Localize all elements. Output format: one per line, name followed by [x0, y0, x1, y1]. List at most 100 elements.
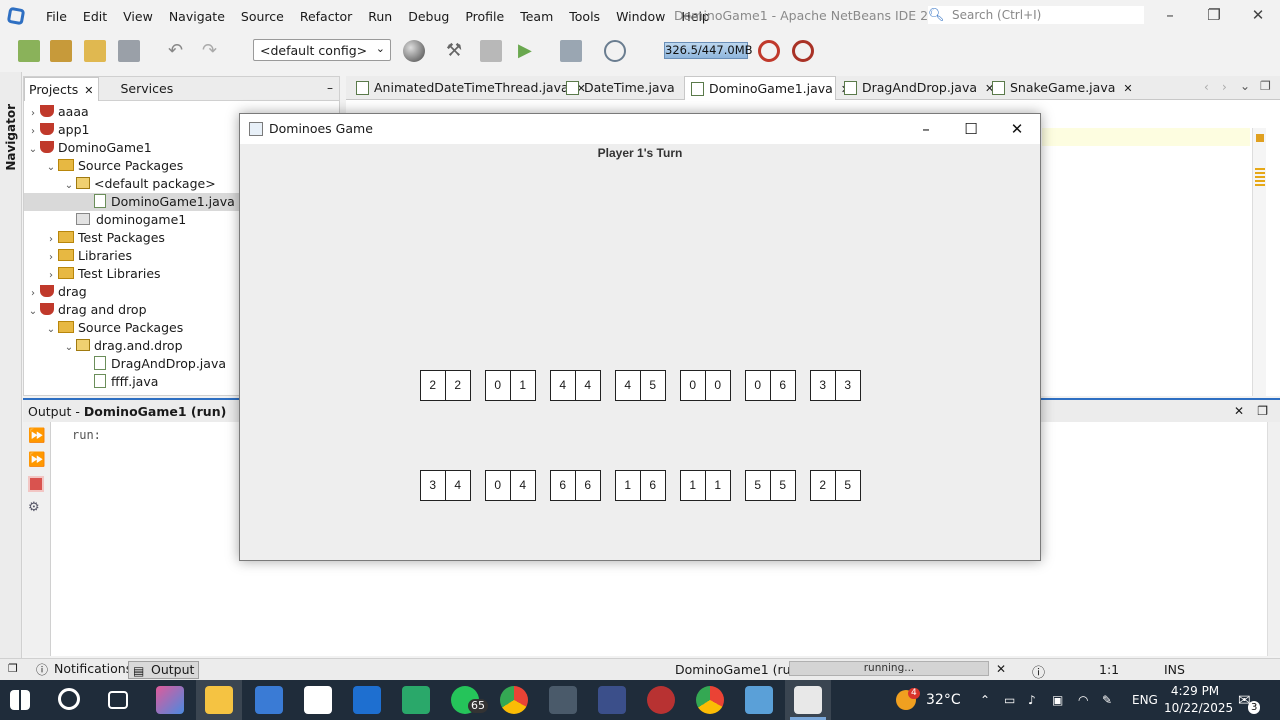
close-icon[interactable]: ✕ — [84, 84, 93, 97]
save-all-icon[interactable] — [118, 40, 140, 62]
outlook-icon[interactable] — [353, 686, 381, 714]
new-file-icon[interactable] — [18, 40, 40, 62]
redo-icon[interactable]: ↷ — [202, 40, 224, 62]
app-icon[interactable] — [304, 686, 332, 714]
minimize-panel-icon[interactable]: – — [327, 81, 333, 95]
app-icon[interactable] — [549, 686, 577, 714]
domino-tile[interactable]: 01 — [485, 370, 536, 401]
editor-tab[interactable]: DominoGame1.java✕ — [684, 76, 850, 100]
navigator-tab[interactable]: Navigator — [4, 104, 18, 171]
java-taskbar-icon[interactable] — [794, 686, 822, 714]
rerun-with-params-icon[interactable]: ⏩ — [28, 452, 45, 468]
stop-icon[interactable] — [28, 476, 44, 492]
output-tab[interactable]: ▤ Output — [128, 661, 200, 679]
editor-tab[interactable]: SnakeGame.java ✕ — [986, 76, 1133, 100]
language-indicator[interactable]: ENG — [1132, 680, 1158, 720]
rerun-icon[interactable]: ⏩ — [28, 428, 45, 444]
domino-tile[interactable]: 06 — [745, 370, 796, 401]
chrome-profile-icon[interactable] — [696, 686, 724, 714]
domino-tile[interactable]: 16 — [615, 470, 666, 501]
task-view-icon[interactable] — [108, 691, 128, 709]
battery-icon[interactable]: ▭ — [1004, 680, 1015, 720]
wifi-icon[interactable]: ◠ — [1078, 680, 1088, 720]
scroll-tabs-right-icon[interactable]: › — [1222, 80, 1227, 94]
volume-icon[interactable]: ♪ — [1028, 680, 1036, 720]
open-project-icon[interactable] — [84, 40, 106, 62]
cancel-task-icon[interactable]: ✕ — [996, 662, 1006, 676]
panel-toggle-icon[interactable]: ❐ — [8, 662, 18, 675]
search-input[interactable]: 🔍︎ Search (Ctrl+I) — [928, 6, 1144, 24]
tab-services[interactable]: Services — [117, 77, 178, 101]
menu-source[interactable]: Source — [233, 9, 292, 24]
maximize-editor-icon[interactable]: ❐ — [1260, 79, 1271, 93]
menu-debug[interactable]: Debug — [400, 9, 457, 24]
dialog-close-button[interactable]: ✕ — [995, 118, 1039, 140]
build-hammer-icon[interactable]: ⚒ — [446, 40, 468, 62]
notification-center-icon[interactable]: ✉ — [1238, 680, 1251, 720]
config-select[interactable]: <default config> ⌄ — [253, 39, 391, 61]
close-icon[interactable]: ✕ — [1234, 404, 1244, 418]
menu-navigate[interactable]: Navigate — [161, 9, 233, 24]
debug-project-icon[interactable] — [560, 40, 582, 62]
editor-tab[interactable]: DragAndDrop.java ✕ — [838, 76, 994, 100]
error-stripe[interactable] — [1252, 128, 1266, 396]
maximize-icon[interactable]: ❐ — [1257, 404, 1268, 418]
menu-refactor[interactable]: Refactor — [292, 9, 360, 24]
menu-view[interactable]: View — [115, 9, 161, 24]
notification-bell-icon[interactable]: ⓘ — [1032, 662, 1045, 681]
domino-tile[interactable]: 25 — [810, 470, 861, 501]
domino-tile[interactable]: 44 — [550, 370, 601, 401]
menu-edit[interactable]: Edit — [75, 9, 115, 24]
tab-list-chevron-icon[interactable]: ⌄ — [1240, 79, 1250, 93]
settings-gear-icon[interactable]: ⚙ — [28, 500, 44, 516]
tray-chevron-icon[interactable]: ⌃ — [980, 680, 990, 720]
app-icon[interactable] — [647, 686, 675, 714]
taskbar-search-icon[interactable] — [58, 688, 80, 710]
close-icon[interactable]: ✕ — [1123, 82, 1132, 95]
start-windows-icon[interactable] — [10, 690, 30, 710]
dialog-maximize-button[interactable]: ☐ — [949, 118, 993, 140]
editor-tab[interactable]: AnimatedDateTimeThread.java ✕ — [350, 76, 586, 100]
domino-tile[interactable]: 00 — [680, 370, 731, 401]
domino-tile[interactable]: 55 — [745, 470, 796, 501]
browser-globe-icon[interactable] — [403, 40, 425, 62]
task-progress-bar[interactable]: running... — [789, 661, 989, 676]
domino-tile[interactable]: 04 — [485, 470, 536, 501]
editor-tab[interactable]: DateTime.java✕ — [560, 76, 692, 100]
netbeans-taskbar-icon[interactable] — [745, 686, 773, 714]
notifications-tab[interactable]: ⓘ Notifications — [32, 661, 136, 679]
domino-tile[interactable]: 11 — [680, 470, 731, 501]
menu-team[interactable]: Team — [512, 9, 561, 24]
dialog-minimize-button[interactable]: – — [904, 118, 948, 140]
restore-button[interactable]: ❐ — [1199, 4, 1229, 26]
menu-profile[interactable]: Profile — [457, 9, 512, 24]
store-icon[interactable] — [255, 686, 283, 714]
memory-indicator[interactable]: 326.5/447.0MB — [664, 42, 753, 59]
menu-file[interactable]: File — [38, 9, 75, 24]
domino-tile[interactable]: 66 — [550, 470, 601, 501]
clean-build-icon[interactable] — [480, 40, 502, 62]
domino-tile[interactable]: 34 — [420, 470, 471, 501]
edge-icon[interactable] — [402, 686, 430, 714]
gc-icon[interactable] — [758, 40, 780, 62]
temperature[interactable]: 32°C — [926, 680, 961, 720]
profiler-snapshot-icon[interactable] — [792, 40, 814, 62]
close-button[interactable]: ✕ — [1243, 4, 1273, 26]
profile-project-icon[interactable] — [604, 40, 626, 62]
meet-icon[interactable]: ▣ — [1052, 680, 1063, 720]
scroll-tabs-left-icon[interactable]: ‹ — [1204, 80, 1209, 94]
domino-tile[interactable]: 45 — [615, 370, 666, 401]
clock[interactable]: 4:29 PM 10/22/2025 — [1164, 683, 1233, 717]
minimize-button[interactable]: – — [1155, 4, 1185, 26]
output-scrollbar[interactable] — [1267, 422, 1280, 656]
copilot-icon[interactable] — [156, 686, 184, 714]
menu-tools[interactable]: Tools — [561, 9, 608, 24]
domino-tile[interactable]: 33 — [810, 370, 861, 401]
run-project-icon[interactable]: ▶ — [518, 40, 540, 62]
new-project-icon[interactable] — [50, 40, 72, 62]
app-icon[interactable] — [598, 686, 626, 714]
domino-tile[interactable]: 22 — [420, 370, 471, 401]
pen-icon[interactable]: ✎ — [1102, 680, 1112, 720]
menu-run[interactable]: Run — [360, 9, 400, 24]
tab-projects[interactable]: Projects ✕ — [24, 77, 99, 101]
